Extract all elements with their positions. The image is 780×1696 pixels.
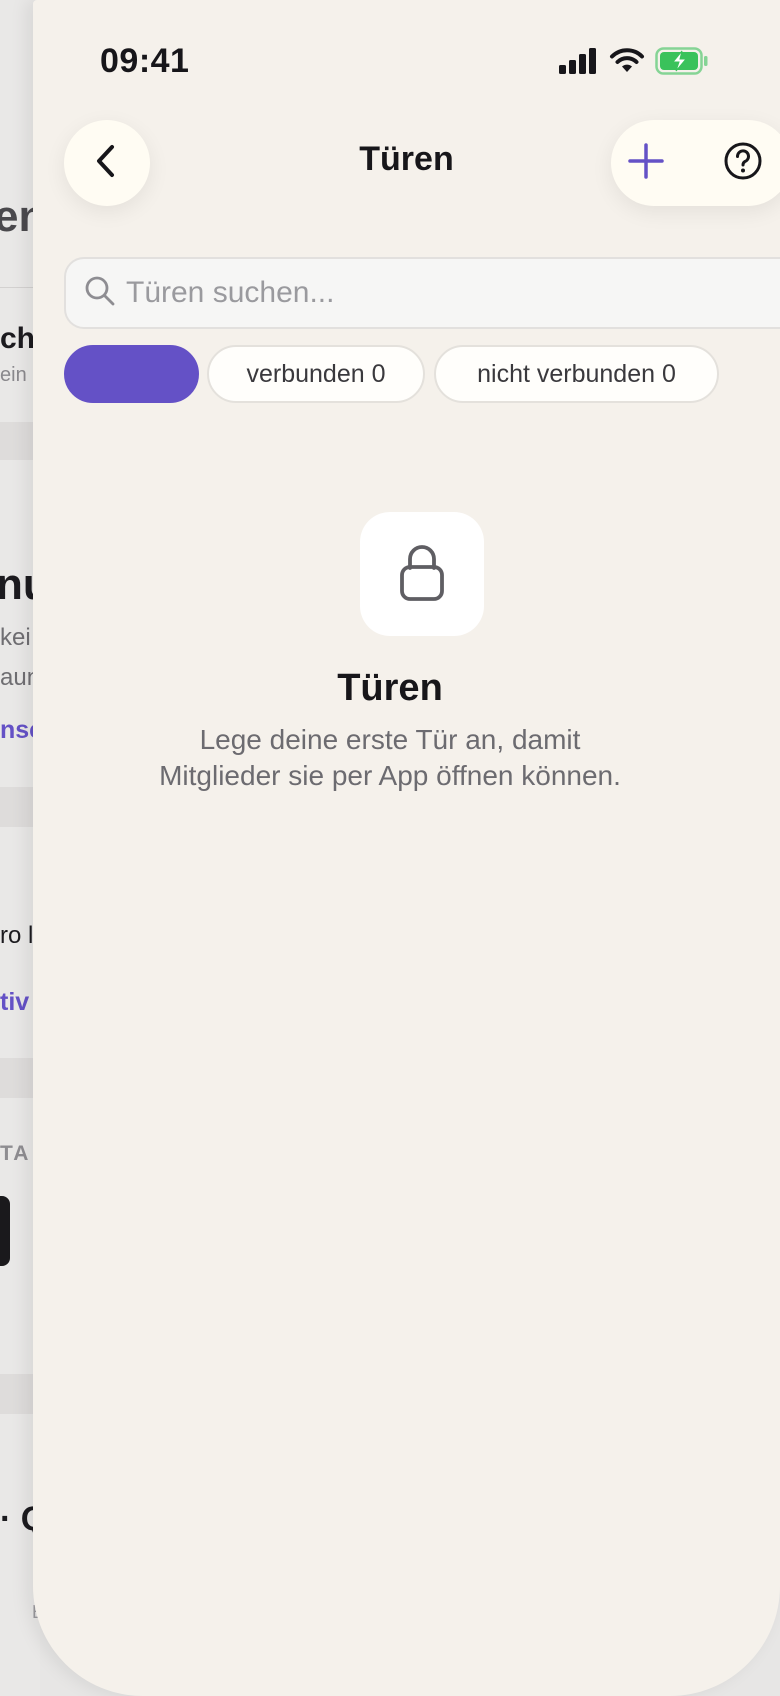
doors-sheet: 09:41 Türen Türen suchen... verbunden 0 … xyxy=(33,0,780,1696)
bg-fragment-subtitle: ein xyxy=(0,364,27,386)
add-door-button[interactable] xyxy=(611,120,681,206)
filter-chip-all[interactable] xyxy=(64,345,199,403)
bg-fragment-line1: kei xyxy=(0,624,31,651)
search-icon xyxy=(84,275,116,312)
empty-state-title: Türen xyxy=(337,667,443,709)
lock-icon xyxy=(397,540,447,609)
bg-fragment-link2: tiv xyxy=(0,988,30,1016)
filter-chip-disconnected[interactable]: nicht verbunden 0 xyxy=(434,345,719,403)
search-field[interactable] xyxy=(64,257,780,329)
empty-state-icon-box xyxy=(360,512,484,636)
status-icons xyxy=(559,46,709,80)
bg-fragment-title: ch xyxy=(0,322,36,355)
battery-charging-icon xyxy=(655,46,709,80)
filter-chip-connected[interactable]: verbunden 0 xyxy=(207,345,425,403)
plus-icon xyxy=(627,142,665,185)
empty-state-description-line1: Lege deine erste Tür an, damit xyxy=(199,724,581,755)
empty-state-description-line2: Mitglieder sie per App öffnen können. xyxy=(159,760,621,791)
help-circle-icon xyxy=(723,141,763,186)
empty-state-description: Lege deine erste Tür an, damit Mitgliede… xyxy=(33,722,780,794)
search-input[interactable] xyxy=(126,276,726,310)
bg-dark-button xyxy=(0,1196,10,1266)
wifi-icon xyxy=(609,47,645,79)
bg-fragment-line3: ro l xyxy=(0,922,34,949)
header-actions xyxy=(611,120,780,206)
status-time: 09:41 xyxy=(100,42,190,80)
signal-icon xyxy=(559,47,599,79)
bg-fragment-caption: TA xyxy=(0,1142,31,1165)
help-button[interactable] xyxy=(708,120,778,206)
